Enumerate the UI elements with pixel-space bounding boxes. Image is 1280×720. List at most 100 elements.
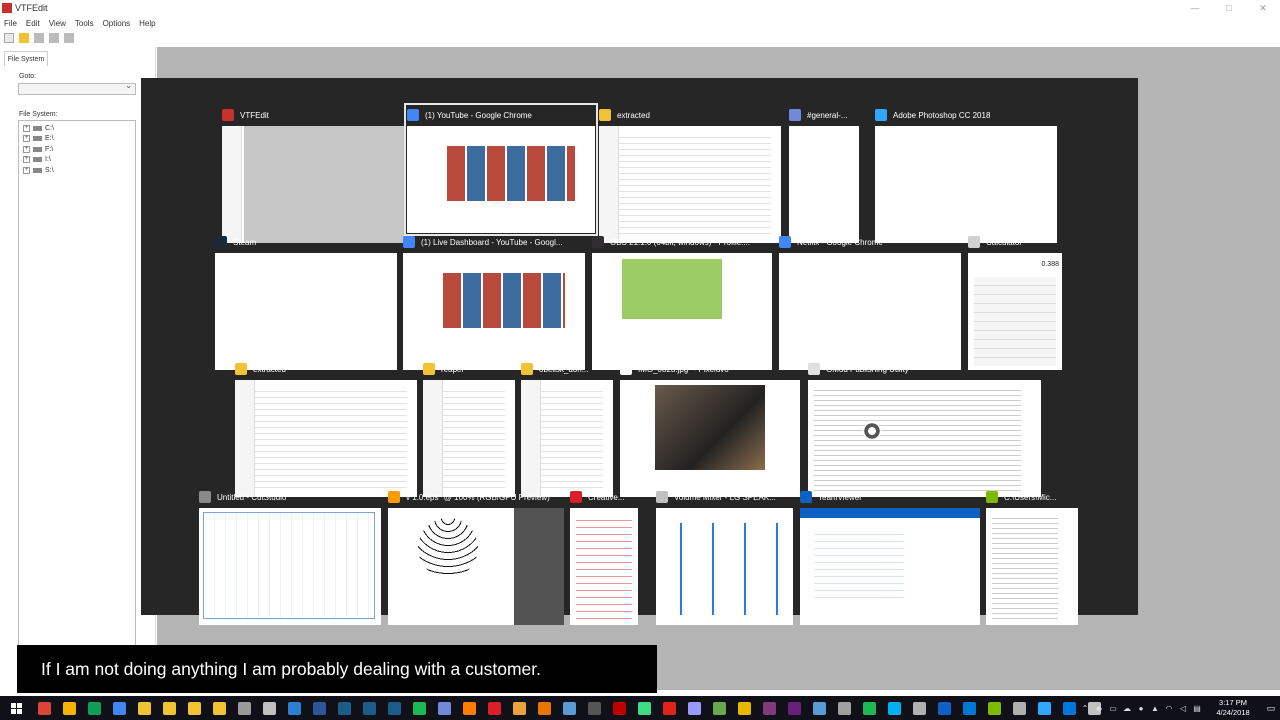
taskbar-app-button[interactable] <box>832 696 857 720</box>
taskbar-app-button[interactable] <box>632 696 657 720</box>
taskbar-app-button[interactable] <box>182 696 207 720</box>
task-view-window[interactable]: GMod Publishing Utility <box>808 360 1041 497</box>
task-view-window[interactable]: Volume Mixer - LG SPEAK... <box>656 488 793 625</box>
task-view-window[interactable]: (1) Live Dashboard - YouTube - Googl... <box>403 233 585 370</box>
tree-node-drive[interactable]: + E:\ <box>23 134 131 145</box>
shield-icon[interactable]: ▲ <box>1148 696 1162 720</box>
menu-edit[interactable]: Edit <box>26 19 40 28</box>
taskbar-app-button[interactable] <box>707 696 732 720</box>
taskbar-app-button[interactable] <box>982 696 1007 720</box>
cloud-icon[interactable]: ☁ <box>1120 696 1134 720</box>
taskbar-app-button[interactable] <box>932 696 957 720</box>
taskbar-app-button[interactable] <box>782 696 807 720</box>
taskbar-app-button[interactable] <box>1032 696 1057 720</box>
expand-icon[interactable]: + <box>23 166 30 174</box>
task-view-window[interactable]: #general-... <box>789 106 859 243</box>
taskbar-app-button[interactable] <box>907 696 932 720</box>
taskbar-app-button[interactable] <box>107 696 132 720</box>
task-view-window[interactable]: Netflix - Google Chrome <box>779 233 961 370</box>
taskbar-app-button[interactable] <box>682 696 707 720</box>
task-view-window[interactable]: VTFEdit <box>222 106 404 243</box>
taskbar-app-button[interactable] <box>882 696 907 720</box>
dropbox-icon[interactable]: ◆ <box>1092 696 1106 720</box>
taskbar-app-button[interactable] <box>657 696 682 720</box>
taskbar-app-button[interactable] <box>257 696 282 720</box>
task-view-window[interactable]: obelisk_don... <box>521 360 613 497</box>
taskbar-app-button[interactable] <box>82 696 107 720</box>
wifi-icon[interactable]: ◠ <box>1162 696 1176 720</box>
taskbar-app-button[interactable] <box>407 696 432 720</box>
paste-icon[interactable] <box>64 32 74 43</box>
taskbar-app-button[interactable] <box>807 696 832 720</box>
taskbar-app-button[interactable] <box>507 696 532 720</box>
task-view-window[interactable]: Creative... <box>570 488 638 625</box>
taskbar-app-button[interactable] <box>307 696 332 720</box>
taskbar-app-button[interactable] <box>757 696 782 720</box>
taskbar-app-button[interactable] <box>532 696 557 720</box>
task-view-window[interactable]: reaper <box>423 360 515 497</box>
task-view-window[interactable]: Calculator 0.388 <box>968 233 1062 370</box>
taskbar-app-button[interactable] <box>157 696 182 720</box>
expand-icon[interactable]: + <box>23 124 30 132</box>
task-view-window[interactable]: OBS 21.1.0 (64bit, windows) - Profile:..… <box>592 233 772 370</box>
taskbar-app-button[interactable] <box>607 696 632 720</box>
taskbar-app-button[interactable] <box>457 696 482 720</box>
tree-node-drive[interactable]: + C:\ <box>23 123 131 134</box>
task-view-window[interactable]: C:\Users\Mic... <box>986 488 1078 625</box>
tree-node-drive[interactable]: + S:\ <box>23 165 131 176</box>
menu-tools[interactable]: Tools <box>75 19 94 28</box>
taskbar-app-button[interactable] <box>282 696 307 720</box>
volume-icon[interactable]: ◁ <box>1176 696 1190 720</box>
notification-icon[interactable]: ▭ <box>1262 696 1280 720</box>
chevron-up-icon[interactable]: ⌃ <box>1078 696 1092 720</box>
menu-view[interactable]: View <box>49 19 66 28</box>
task-view-window[interactable]: Adobe Photoshop CC 2018 <box>875 106 1057 243</box>
menu-help[interactable]: Help <box>139 19 155 28</box>
task-view-window[interactable]: extracted <box>599 106 781 243</box>
expand-icon[interactable]: + <box>23 156 30 164</box>
taskbar-app-button[interactable] <box>582 696 607 720</box>
taskbar-app-button[interactable] <box>857 696 882 720</box>
task-view-window[interactable]: IMG_0823.jpg* - Pixeluvo <box>620 360 800 497</box>
network-icon[interactable]: ▭ <box>1106 696 1120 720</box>
taskbar-app-button[interactable] <box>957 696 982 720</box>
taskbar-app-button[interactable] <box>1007 696 1032 720</box>
taskbar-app-button[interactable] <box>482 696 507 720</box>
file-system-tree[interactable]: + C:\ + E:\ + F:\ + I:\ + S:\ <box>18 120 136 690</box>
start-button[interactable] <box>0 696 32 720</box>
tab-file-system[interactable]: File System <box>4 51 48 66</box>
taskbar-app-button[interactable] <box>32 696 57 720</box>
menu-file[interactable]: File <box>4 19 17 28</box>
menu-options[interactable]: Options <box>103 19 131 28</box>
taskbar-app-button[interactable] <box>57 696 82 720</box>
steam-tray-icon[interactable]: ● <box>1134 696 1148 720</box>
tree-node-drive[interactable]: + I:\ <box>23 155 131 166</box>
save-icon[interactable] <box>34 32 44 43</box>
taskbar-app-button[interactable] <box>732 696 757 720</box>
task-view-window[interactable]: Steam <box>215 233 397 370</box>
task-view-window[interactable]: (1) YouTube - Google Chrome <box>404 103 598 236</box>
taskbar-app-button[interactable] <box>132 696 157 720</box>
taskbar-app-button[interactable] <box>232 696 257 720</box>
maximize-button[interactable]: □ <box>1212 0 1246 16</box>
new-file-icon[interactable] <box>4 32 14 43</box>
expand-icon[interactable]: + <box>23 145 30 153</box>
minimize-button[interactable]: — <box>1178 0 1212 16</box>
copy-icon[interactable] <box>49 32 59 43</box>
taskbar-app-button[interactable] <box>357 696 382 720</box>
task-view-window[interactable]: TeamViewer <box>800 488 980 625</box>
task-view-window[interactable]: v 1.0.eps* @ 100% (RGB/GPU Preview) <box>388 488 564 625</box>
goto-dropdown[interactable] <box>18 81 136 95</box>
system-clock[interactable]: 3:17 PM 4/24/2018 <box>1208 698 1258 718</box>
taskbar-app-button[interactable] <box>332 696 357 720</box>
taskbar-app-button[interactable] <box>557 696 582 720</box>
tree-node-drive[interactable]: + F:\ <box>23 144 131 155</box>
close-button[interactable]: ✕ <box>1246 0 1280 16</box>
taskbar-app-button[interactable] <box>207 696 232 720</box>
open-folder-icon[interactable] <box>19 32 29 43</box>
expand-icon[interactable]: + <box>23 135 30 143</box>
keyboard-icon[interactable]: ▤ <box>1190 696 1204 720</box>
taskbar-app-button[interactable] <box>432 696 457 720</box>
task-view-window[interactable]: extracted <box>235 360 417 497</box>
task-view-window[interactable]: Untitled - CutStudio <box>199 488 381 625</box>
